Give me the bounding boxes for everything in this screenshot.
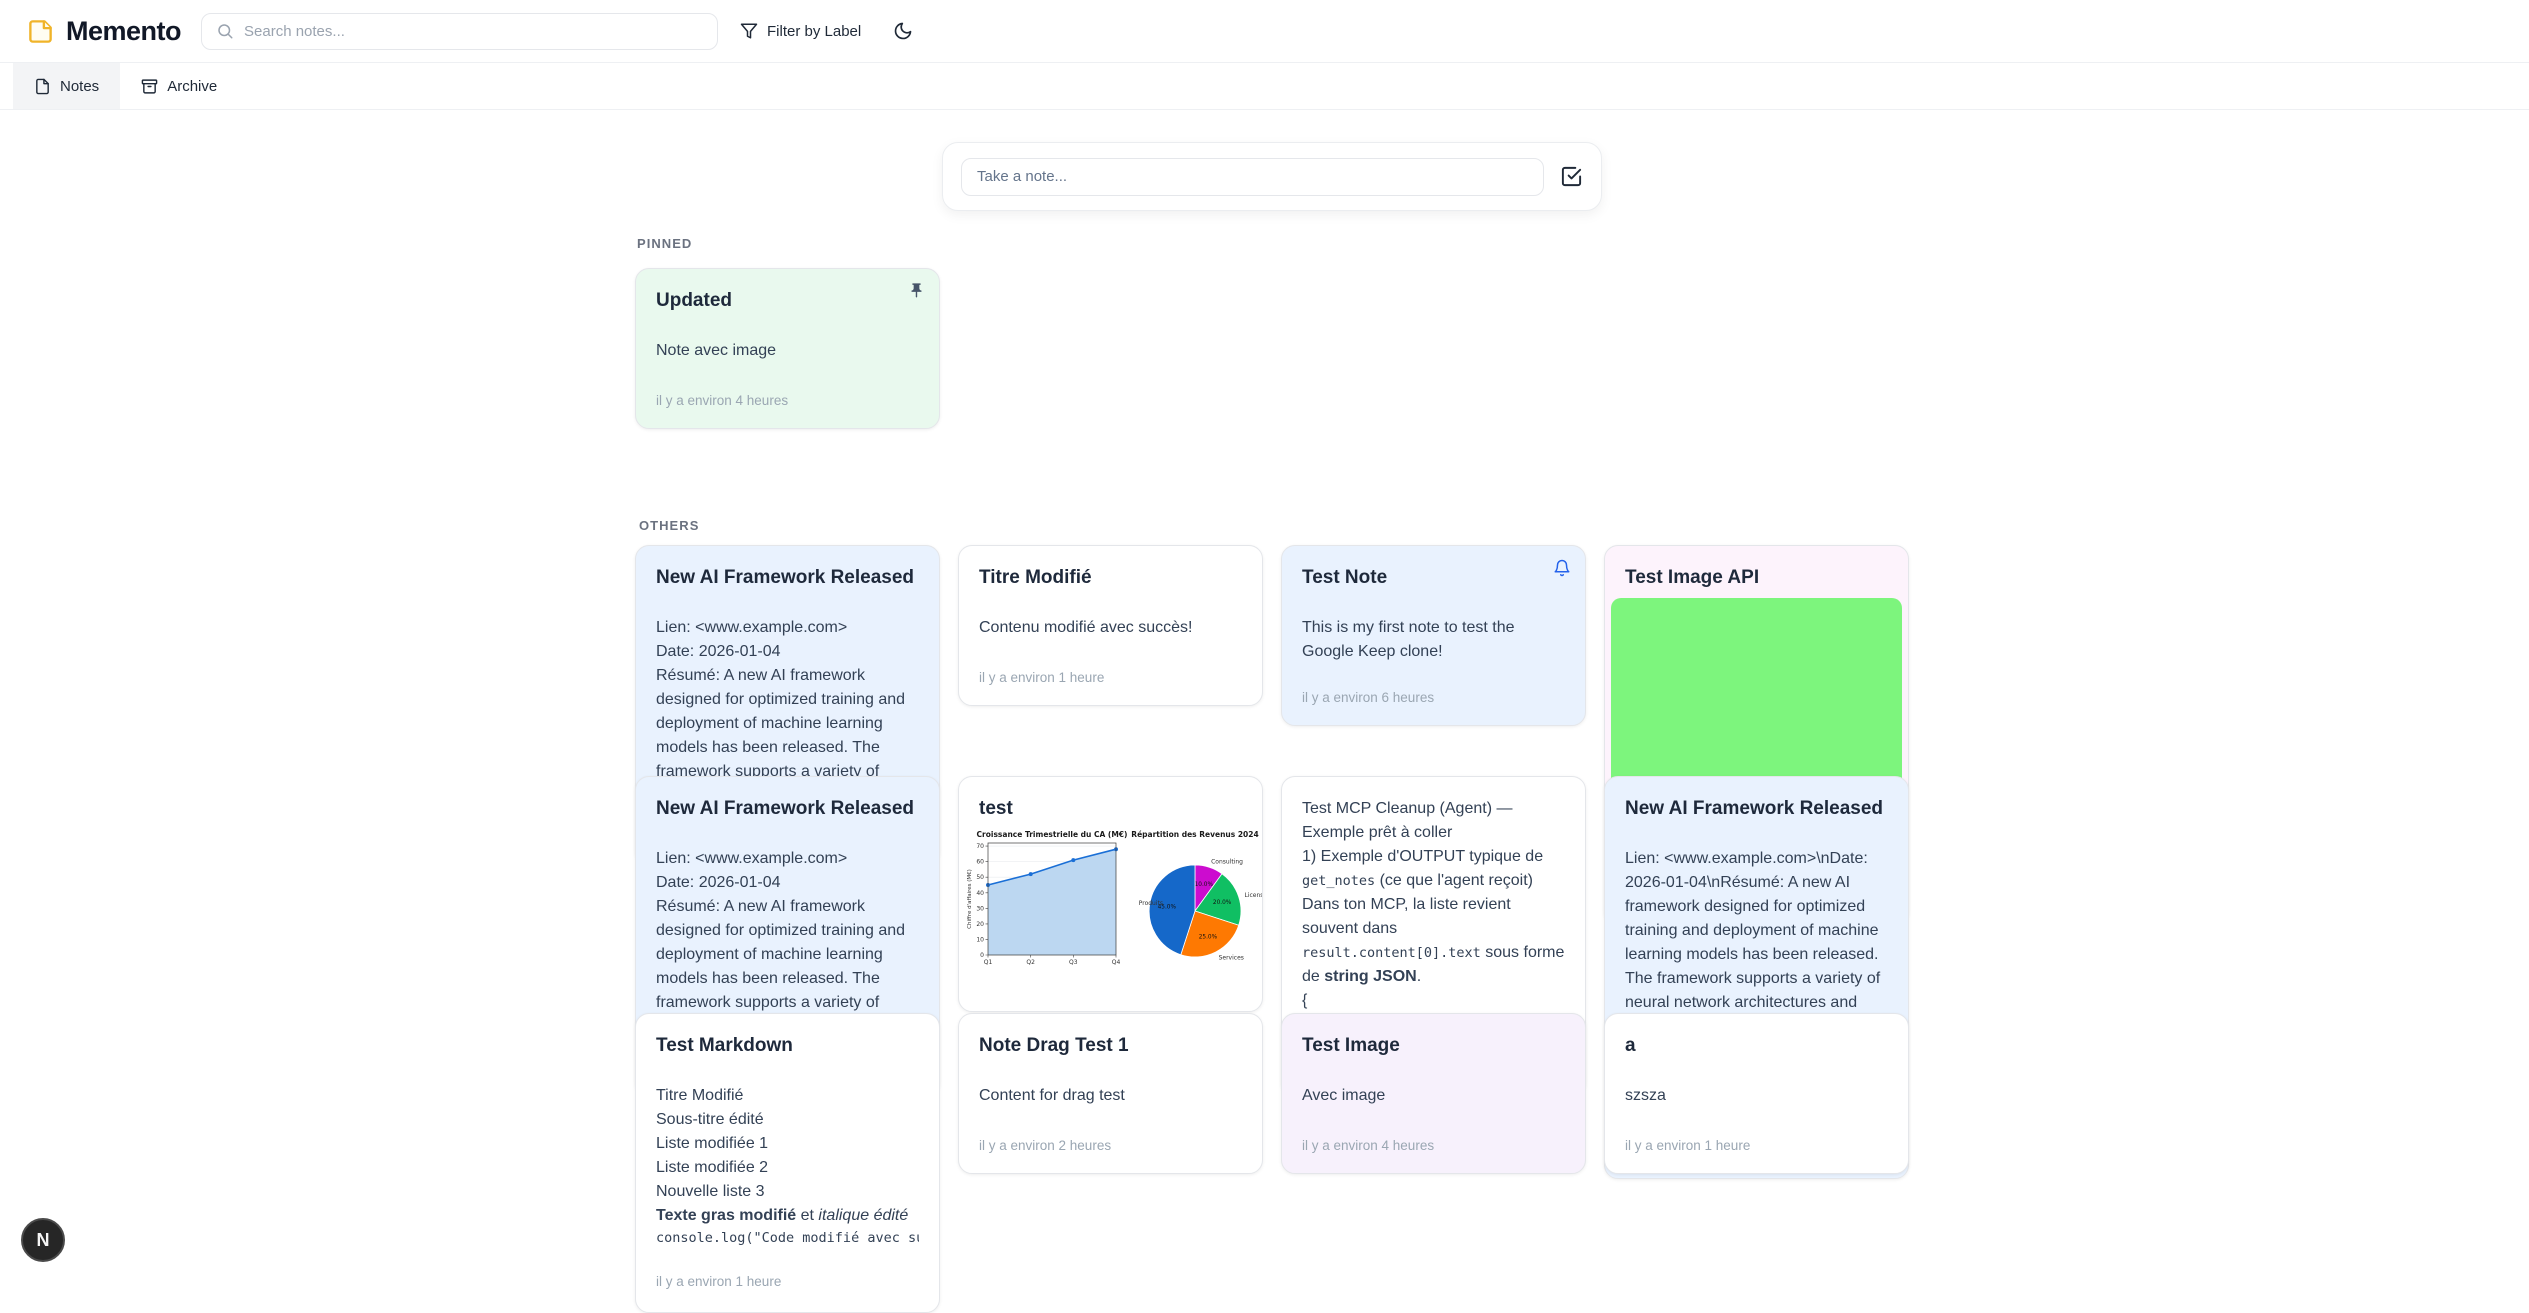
svg-text:Q3: Q3	[1069, 959, 1078, 966]
note-content: Avec image	[1302, 1084, 1565, 1108]
user-avatar[interactable]: N	[21, 1218, 65, 1262]
note-content: szsza	[1625, 1084, 1888, 1108]
note-title: New AI Framework Released	[1625, 797, 1888, 821]
area-chart: Croissance Trimestrielle du CA (M€) Chiff…	[964, 827, 1126, 977]
note-content: Contenu modifié avec succès!	[979, 616, 1242, 640]
archive-icon	[141, 78, 158, 95]
note-card-updated[interactable]: Updated Note avec image il y a environ 4…	[635, 268, 940, 429]
others-section-label: OTHERS	[639, 518, 699, 533]
notes-board: PINNED Updated Note avec image il y a en…	[635, 110, 1909, 1277]
note-title: Test Image API	[1625, 566, 1888, 590]
svg-text:40: 40	[976, 890, 984, 897]
tab-notes-label: Notes	[60, 78, 99, 95]
svg-text:Produits: Produits	[1139, 900, 1163, 907]
new-checklist-button[interactable]	[1560, 165, 1583, 188]
funnel-icon	[740, 22, 758, 40]
note-timestamp: il y a environ 6 heures	[1302, 678, 1565, 705]
svg-text:60: 60	[976, 858, 984, 865]
note-card-test-charts[interactable]: test Croissance Trimestrielle du CA (M€)…	[958, 776, 1263, 1012]
note-title: Test Note	[1302, 566, 1565, 590]
check-square-icon	[1560, 165, 1583, 188]
note-timestamp: il y a environ 4 heures	[1302, 1126, 1565, 1153]
svg-text:Licenses: Licenses	[1245, 892, 1264, 899]
pinned-section-label: PINNED	[637, 236, 692, 251]
note-title: Note Drag Test 1	[979, 1034, 1242, 1058]
note-title: Test Markdown	[656, 1034, 919, 1058]
search-input[interactable]	[244, 23, 703, 40]
svg-text:Services: Services	[1219, 954, 1244, 961]
note-composer[interactable]	[942, 142, 1602, 211]
note-title: Updated	[656, 289, 919, 313]
dark-mode-toggle[interactable]	[893, 21, 913, 41]
svg-text:50: 50	[976, 874, 984, 881]
app-header: Memento Filter by Label	[0, 0, 2529, 63]
note-timestamp: il y a environ 4 heures	[656, 381, 919, 408]
note-title: New AI Framework Released	[656, 797, 919, 821]
svg-text:30: 30	[976, 905, 984, 912]
svg-text:20.0%: 20.0%	[1213, 900, 1232, 906]
note-card-test-image[interactable]: Test Image Avec image il y a environ 4 h…	[1281, 1013, 1586, 1174]
note-card-titre-modifie[interactable]: Titre Modifié Contenu modifié avec succè…	[958, 545, 1263, 706]
note-title: New AI Framework Released	[656, 566, 919, 590]
reminder-bell-icon[interactable]	[1553, 559, 1571, 577]
take-a-note-input[interactable]	[961, 158, 1544, 196]
note-timestamp: il y a environ 1 heure	[1625, 1126, 1888, 1153]
search-box[interactable]	[201, 13, 718, 50]
file-icon	[34, 78, 51, 95]
svg-text:Croissance Trimestrielle du CA: Croissance Trimestrielle du CA (M€)	[977, 830, 1128, 839]
note-title: a	[1625, 1034, 1888, 1058]
tab-archive-label: Archive	[167, 78, 217, 95]
svg-text:0: 0	[980, 952, 984, 959]
tab-notes[interactable]: Notes	[13, 63, 120, 109]
app-title: Memento	[66, 16, 181, 47]
svg-text:Q1: Q1	[984, 959, 993, 966]
note-logo-icon	[27, 18, 54, 45]
svg-text:Consulting: Consulting	[1211, 858, 1243, 865]
moon-icon	[893, 21, 913, 41]
svg-text:Chiffre d'affaires (M€): Chiffre d'affaires (M€)	[967, 869, 973, 929]
tab-bar: Notes Archive	[0, 63, 2529, 110]
svg-text:Q4: Q4	[1112, 959, 1121, 966]
tab-archive[interactable]: Archive	[120, 63, 238, 109]
note-card-test-note[interactable]: Test Note This is my first note to test …	[1281, 545, 1586, 726]
note-content: Titre Modifié Sous-titre édité Liste mod…	[656, 1084, 919, 1248]
note-timestamp: il y a environ 1 heure	[979, 658, 1242, 685]
note-timestamp: il y a environ 2 heures	[979, 1126, 1242, 1153]
note-content: Content for drag test	[979, 1084, 1242, 1108]
note-card-a[interactable]: a szsza il y a environ 1 heure	[1604, 1013, 1909, 1174]
svg-text:25.0%: 25.0%	[1199, 934, 1218, 940]
svg-text:Q2: Q2	[1026, 959, 1035, 966]
note-card-note-drag-test-1[interactable]: Note Drag Test 1 Content for drag test i…	[958, 1013, 1263, 1174]
svg-text:Répartition des Revenus 2024: Répartition des Revenus 2024	[1131, 830, 1258, 839]
note-title: test	[979, 797, 1242, 821]
app-logo: Memento	[27, 16, 181, 47]
note-card-test-markdown[interactable]: Test Markdown Titre Modifié Sous-titre é…	[635, 1013, 940, 1313]
search-icon	[216, 22, 234, 40]
note-timestamp: il y a environ 1 heure	[656, 1262, 919, 1289]
filter-by-label-text: Filter by Label	[767, 23, 861, 40]
svg-text:10.0%: 10.0%	[1195, 882, 1214, 888]
svg-text:10: 10	[976, 936, 984, 943]
note-title: Test Image	[1302, 1034, 1565, 1058]
svg-text:70: 70	[976, 843, 984, 850]
note-content: This is my first note to test the Google…	[1302, 616, 1565, 664]
svg-text:20: 20	[976, 921, 984, 928]
note-chart-image: Croissance Trimestrielle du CA (M€) Chiff…	[964, 827, 1257, 977]
pin-icon[interactable]	[908, 282, 925, 299]
pie-chart: Répartition des Revenus 2024 10.0% Consult…	[1131, 827, 1259, 977]
note-title: Titre Modifié	[979, 566, 1242, 590]
note-content: Note avec image	[656, 339, 919, 363]
filter-by-label-button[interactable]: Filter by Label	[740, 22, 861, 40]
